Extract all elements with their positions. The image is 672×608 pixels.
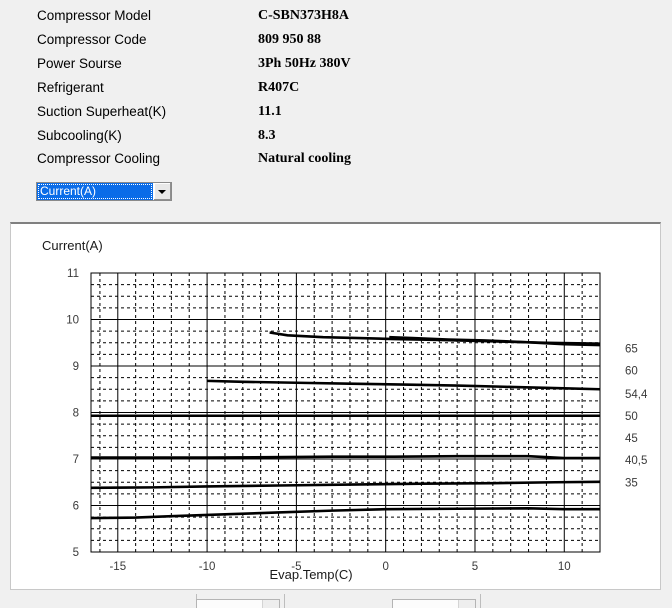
series-label-60: 60 bbox=[625, 366, 638, 378]
series-lines bbox=[90, 331, 601, 520]
x-tick-label: 0 bbox=[382, 561, 388, 573]
spec-row: Power Sourse 3Ph 50Hz 380V bbox=[0, 52, 672, 76]
bottom-controls-bar bbox=[0, 594, 672, 608]
y-axis-tick-labels: 5 6 7 8 9 10 11 bbox=[66, 268, 79, 559]
y-tick-label: 8 bbox=[73, 408, 79, 420]
bottom-dropdown-left-value[interactable] bbox=[197, 600, 262, 608]
series-label-54-4: 54,4 bbox=[625, 389, 648, 401]
x-tick-label: 10 bbox=[558, 561, 571, 573]
series-value-labels: 65 60 54,4 50 45 40,5 35 bbox=[625, 343, 648, 489]
series-label-40-5: 40,5 bbox=[625, 455, 647, 467]
y-tick-label: 6 bbox=[73, 501, 79, 513]
series-label-65: 65 bbox=[625, 343, 638, 355]
compressor-spec-table: Compressor Model C-SBN373H8A Compressor … bbox=[0, 0, 672, 172]
x-axis-title: Evap.Temp(C) bbox=[269, 567, 352, 582]
bottom-dropdown-left[interactable] bbox=[196, 599, 280, 608]
spec-row: Subcooling(K) 8.3 bbox=[0, 124, 672, 148]
y-tick-label: 11 bbox=[67, 268, 79, 280]
series-label-35: 35 bbox=[625, 477, 638, 489]
series-label-50: 50 bbox=[625, 411, 638, 423]
bottom-dropdown-right-value[interactable] bbox=[393, 600, 458, 608]
spec-label: Power Sourse bbox=[37, 56, 122, 71]
spec-label: Compressor Cooling bbox=[37, 151, 161, 166]
spec-label: Compressor Model bbox=[37, 8, 152, 23]
spec-value: C-SBN373H8A bbox=[258, 8, 350, 23]
y-axis-title: Current(A) bbox=[42, 238, 103, 253]
y-tick-label: 9 bbox=[73, 361, 79, 373]
spec-row: Compressor Code 809 950 88 bbox=[0, 28, 672, 52]
chevron-down-icon[interactable] bbox=[262, 600, 279, 608]
spec-label: Subcooling(K) bbox=[37, 128, 122, 143]
x-tick-label: -10 bbox=[199, 561, 216, 573]
current-vs-evap-temp-chart: -15 -10 -5 0 5 10 567891011 656054,4504540,53… bbox=[42, 238, 648, 582]
series-label-45: 45 bbox=[625, 433, 638, 445]
bottom-dropdown-right[interactable] bbox=[392, 599, 476, 608]
spec-value: 809 950 88 bbox=[258, 32, 321, 47]
chevron-down-icon[interactable] bbox=[458, 600, 475, 608]
combo-tick-mid bbox=[284, 594, 285, 608]
chart-type-selected-value[interactable]: Current(A) bbox=[37, 183, 153, 200]
y-tick-label: 7 bbox=[73, 454, 79, 466]
chevron-down-icon[interactable] bbox=[153, 183, 171, 200]
y-tick-label: 10 bbox=[66, 315, 79, 327]
spec-value: 8.3 bbox=[258, 128, 276, 143]
spec-value: 3Ph 50Hz 380V bbox=[258, 56, 351, 71]
spec-value: R407C bbox=[258, 80, 300, 95]
x-tick-label: 5 bbox=[472, 561, 478, 573]
spec-value: Natural cooling bbox=[258, 151, 351, 166]
chart-panel: -15 -10 -5 0 5 10 5 6 7 8 9 10 11 65 60 54,4 50 45 40,5 3… bbox=[10, 222, 661, 590]
spec-row: Compressor Cooling Natural cooling bbox=[0, 147, 672, 171]
x-tick-label: -15 bbox=[109, 561, 126, 573]
spec-row: Refrigerant R407C bbox=[0, 76, 672, 100]
spec-value: 11.1 bbox=[258, 104, 282, 119]
combo-tick-right bbox=[480, 594, 481, 608]
spec-row: Compressor Model C-SBN373H8A bbox=[0, 4, 672, 28]
spec-label: Compressor Code bbox=[37, 32, 147, 47]
spec-label: Refrigerant bbox=[37, 80, 104, 95]
y-tick-label: 5 bbox=[73, 547, 79, 559]
chart-type-dropdown[interactable]: Current(A) bbox=[36, 182, 172, 201]
spec-row: Suction Superheat(K) 11.1 bbox=[0, 100, 672, 124]
spec-label: Suction Superheat(K) bbox=[37, 104, 167, 119]
